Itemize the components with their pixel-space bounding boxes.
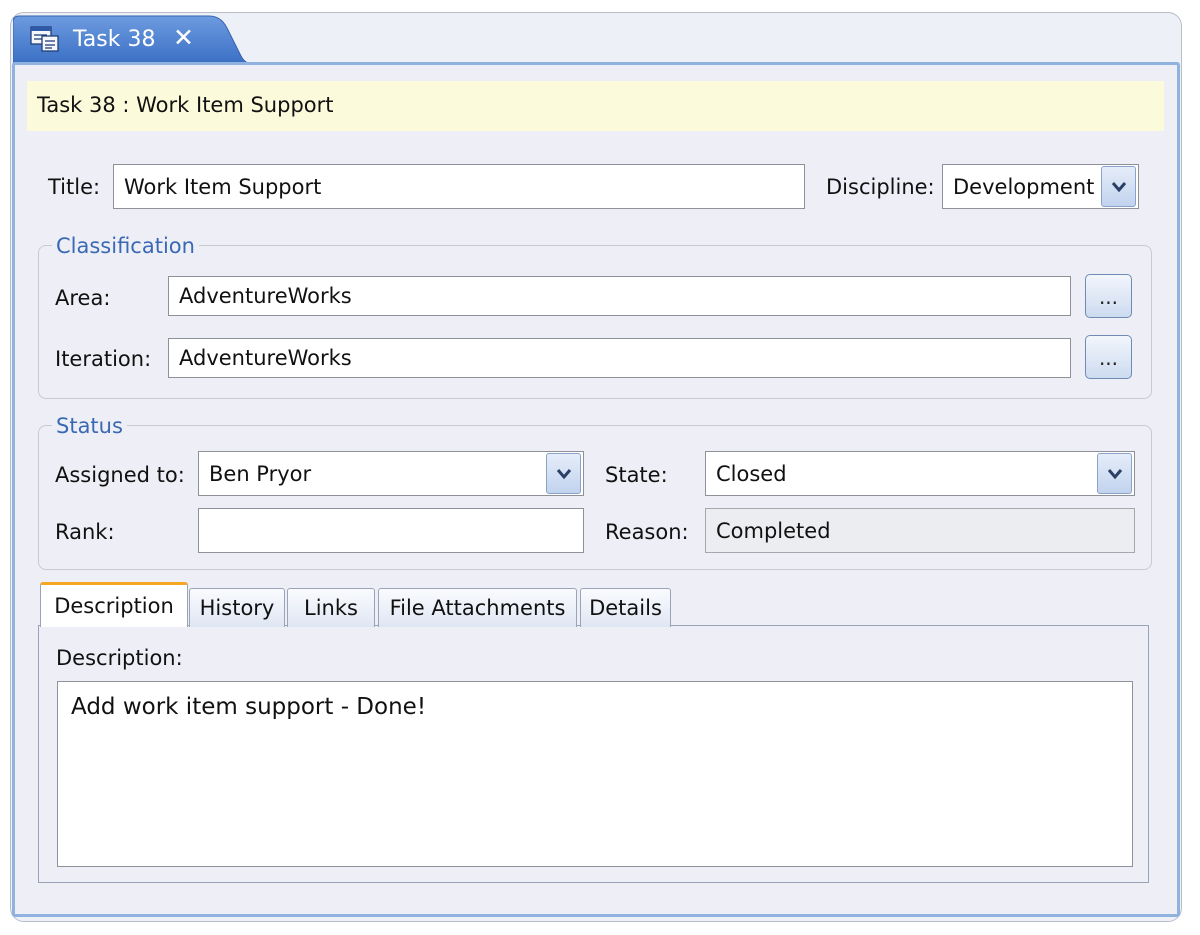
title-label: Title: [48, 175, 101, 199]
page-title: Task 38 : Work Item Support [37, 93, 334, 117]
iteration-label: Iteration: [55, 347, 152, 371]
assigned-to-dropdown-button[interactable] [546, 453, 581, 494]
assigned-to-value: Ben Pryor [209, 461, 312, 486]
assigned-to-select[interactable]: Ben Pryor [198, 451, 584, 496]
reason-label: Reason: [605, 520, 689, 544]
area-label: Area: [55, 286, 111, 310]
tab-history[interactable]: History [189, 588, 285, 627]
chevron-down-icon [1111, 181, 1126, 192]
reason-field: Completed [705, 508, 1135, 553]
work-item-form-icon [30, 26, 60, 52]
assigned-to-label: Assigned to: [55, 463, 185, 487]
discipline-dropdown-button[interactable] [1101, 166, 1136, 207]
chevron-down-icon [556, 468, 571, 479]
tab-file-attachments[interactable]: File Attachments [378, 588, 577, 627]
rank-label: Rank: [55, 520, 115, 544]
chevron-down-icon [1107, 468, 1122, 479]
state-label: State: [605, 463, 668, 487]
description-label: Description: [56, 646, 183, 670]
state-select[interactable]: Closed [705, 451, 1135, 496]
editor-tab-label: Task 38 [73, 27, 156, 52]
active-tab-joiner [41, 624, 187, 627]
close-icon[interactable]: ✕ [173, 23, 194, 52]
discipline-value: Development [953, 174, 1095, 199]
iteration-input[interactable]: AdventureWorks [168, 338, 1071, 378]
discipline-label: Discipline: [826, 175, 935, 199]
tab-description[interactable]: Description [40, 582, 188, 627]
tab-links[interactable]: Links [287, 588, 375, 627]
title-input[interactable]: Work Item Support [113, 164, 805, 209]
iteration-browse-button[interactable]: ... [1085, 335, 1132, 379]
tab-details[interactable]: Details [580, 588, 671, 627]
description-textarea[interactable]: Add work item support - Done! [57, 681, 1133, 867]
status-legend: Status [52, 414, 127, 438]
state-value: Closed [716, 461, 787, 486]
state-dropdown-button[interactable] [1097, 453, 1132, 494]
area-input[interactable]: AdventureWorks [168, 276, 1071, 316]
editor-tab[interactable]: Task 38 ✕ [13, 14, 253, 64]
area-browse-button[interactable]: ... [1085, 274, 1132, 318]
rank-input[interactable] [198, 508, 584, 553]
classification-legend: Classification [52, 234, 199, 258]
